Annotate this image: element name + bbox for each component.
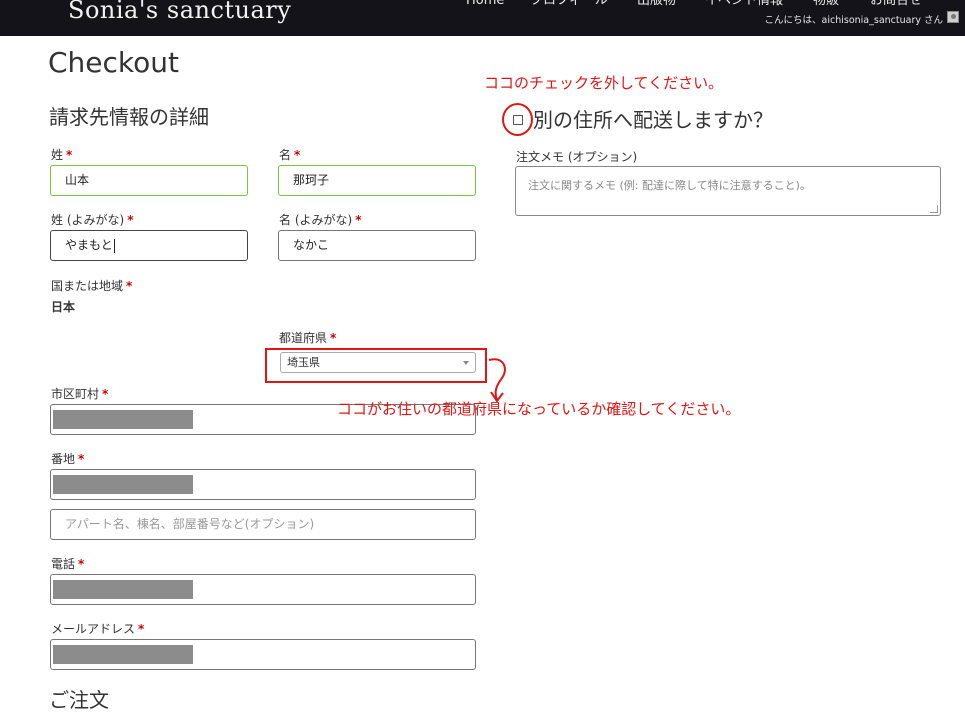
first-name-input[interactable]: 那珂子 bbox=[278, 165, 476, 196]
prefecture-label: 都道府県 * bbox=[279, 331, 337, 345]
city-label: 市区町村 * bbox=[51, 387, 109, 401]
text-caret bbox=[113, 238, 115, 253]
required-mark: * bbox=[127, 213, 134, 227]
nav-events[interactable]: イベント情報 bbox=[705, 0, 783, 8]
redacted-value bbox=[53, 410, 193, 429]
required-mark: * bbox=[78, 557, 85, 571]
first-name-kana-label: 名 (よみがな) * bbox=[279, 213, 362, 227]
address1-input[interactable] bbox=[50, 469, 476, 500]
checkbox-annotation-text: ココのチェックを外してください。 bbox=[484, 74, 724, 92]
redacted-value bbox=[53, 580, 193, 599]
email-input[interactable] bbox=[50, 639, 476, 670]
nav-shop[interactable]: 物販 bbox=[813, 0, 839, 8]
required-mark: * bbox=[66, 148, 73, 162]
order-notes-textarea[interactable]: 注文に関するメモ (例: 配達に際して特に注意すること)。 bbox=[515, 166, 941, 216]
first-name-kana-input[interactable]: なかこ bbox=[278, 230, 476, 261]
required-mark: * bbox=[294, 148, 301, 162]
required-mark: * bbox=[355, 213, 362, 227]
last-name-kana-input[interactable]: やまもと bbox=[50, 230, 248, 261]
billing-section-title: 請求先情報の詳細 bbox=[49, 105, 209, 129]
redacted-value bbox=[53, 645, 193, 664]
address2-input[interactable]: アパート名、棟名、部屋番号など(オプション) bbox=[50, 509, 476, 540]
email-label: メールアドレス * bbox=[51, 622, 145, 636]
page-title: Checkout bbox=[48, 46, 179, 79]
prefecture-annotation-text: ココがお住いの都道府県になっているか確認してください。 bbox=[337, 400, 741, 418]
required-mark: * bbox=[330, 331, 337, 345]
nav-publications[interactable]: 出版物 bbox=[637, 0, 676, 8]
required-mark: * bbox=[78, 452, 85, 466]
nav-home[interactable]: Home bbox=[466, 0, 504, 8]
site-title[interactable]: Sonia's sanctuary bbox=[68, 0, 291, 24]
last-name-input[interactable]: 山本 bbox=[50, 165, 248, 196]
prefecture-annotation-box bbox=[265, 348, 487, 383]
nav-profile[interactable]: プロフィール bbox=[530, 0, 608, 8]
country-value: 日本 bbox=[51, 300, 76, 314]
address1-label: 番地 * bbox=[51, 452, 85, 466]
required-mark: * bbox=[138, 622, 145, 636]
first-name-label: 名 * bbox=[279, 148, 301, 162]
required-mark: * bbox=[102, 387, 109, 401]
phone-label: 電話 * bbox=[51, 557, 85, 571]
resize-grip-icon[interactable] bbox=[930, 205, 938, 213]
order-notes-label: 注文メモ (オプション) bbox=[516, 150, 638, 164]
required-mark: * bbox=[126, 279, 133, 293]
ship-different-label[interactable]: 別の住所へ配送しますか？ bbox=[533, 104, 773, 133]
last-name-kana-label: 姓 (よみがな) * bbox=[51, 213, 134, 227]
nav-contact[interactable]: お問合せ bbox=[870, 0, 922, 8]
country-label: 国または地域 * bbox=[51, 279, 133, 293]
user-avatar-icon[interactable] bbox=[947, 11, 959, 23]
redacted-value bbox=[53, 475, 193, 494]
top-navigation-bar: Sonia's sanctuary Home プロフィール 出版物 イベント情報… bbox=[0, 0, 965, 36]
checkbox-annotation-circle bbox=[502, 103, 533, 136]
user-greeting[interactable]: こんにちは、aichisonia_sanctuary さん bbox=[765, 12, 943, 26]
order-section-title: ご注文 bbox=[49, 688, 109, 712]
phone-input[interactable] bbox=[50, 574, 476, 605]
last-name-label: 姓 * bbox=[51, 148, 73, 162]
